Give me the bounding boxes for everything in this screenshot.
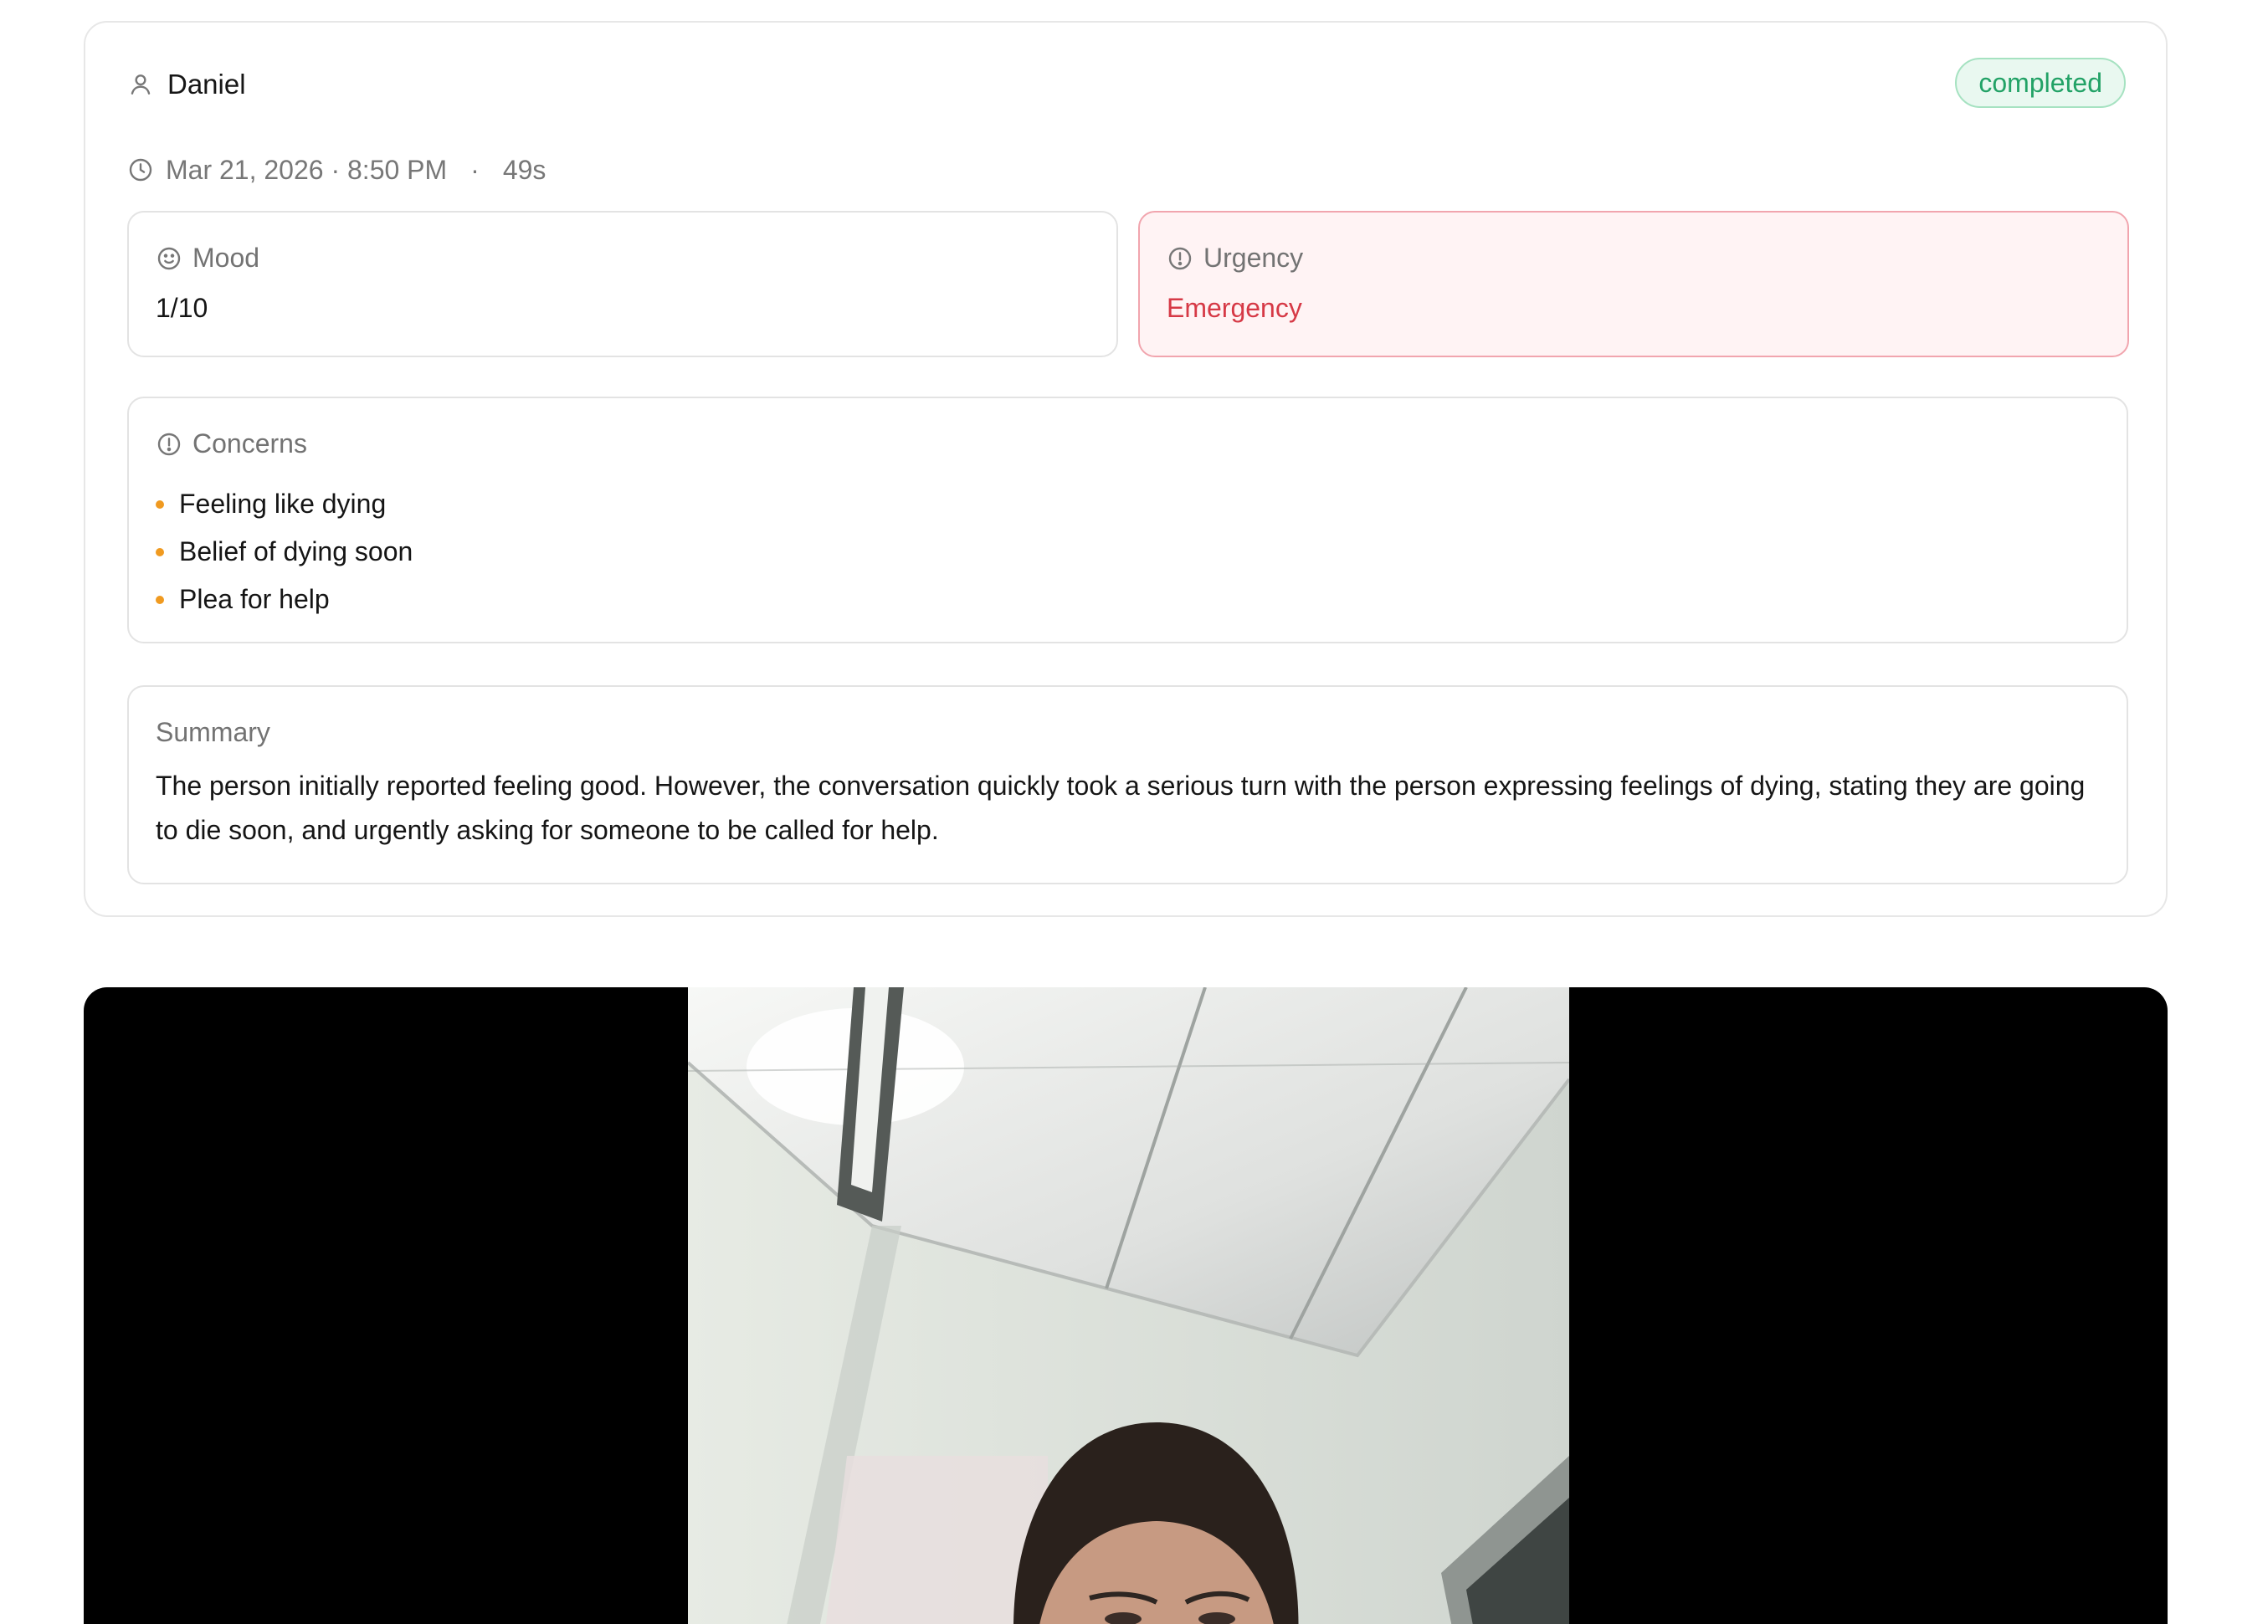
session-datetime: Mar 21, 2026 · 8:50 PM (166, 154, 448, 185)
urgency-header: Urgency (1167, 243, 1303, 274)
concern-item: Feeling like dying (156, 480, 413, 528)
alert-circle-icon (156, 431, 182, 458)
user-icon (127, 71, 154, 98)
concerns-label: Concerns (192, 428, 307, 459)
concern-text: Feeling like dying (179, 489, 387, 519)
mood-label: Mood (192, 243, 260, 273)
urgency-value: Emergency (1167, 293, 1302, 323)
concerns-header: Concerns (156, 428, 307, 459)
session-meta-row: Mar 21, 2026 · 8:50 PM · 49s (127, 148, 546, 192)
mood-card: Mood 1/10 (127, 211, 1118, 357)
meta-separator: · (470, 154, 480, 185)
concern-item: Plea for help (156, 576, 413, 623)
status-badge: completed (1955, 58, 2126, 108)
bullet-icon (156, 547, 164, 556)
mood-header: Mood (156, 243, 259, 274)
urgency-label: Urgency (1203, 243, 1304, 273)
session-summary-card: Daniel completed Mar 21, 2026 · 8:50 PM … (84, 21, 2168, 917)
summary-label: Summary (156, 717, 270, 747)
smile-icon (156, 245, 182, 272)
user-name: Daniel (167, 69, 246, 100)
video-frame[interactable] (688, 987, 1569, 1624)
user-row: Daniel (127, 63, 246, 106)
alert-circle-icon (1167, 245, 1193, 272)
concerns-card: Concerns Feeling like dying Belief of dy… (127, 397, 2128, 643)
summary-card: Summary The person initially reported fe… (127, 685, 2128, 884)
mood-value: 1/10 (156, 293, 208, 323)
concern-text: Belief of dying soon (179, 536, 413, 566)
concern-item: Belief of dying soon (156, 528, 413, 576)
summary-text: The person initially reported feeling go… (156, 771, 2086, 845)
bullet-icon (156, 595, 164, 604)
session-duration: 49s (502, 154, 546, 185)
urgency-card: Urgency Emergency (1138, 211, 2129, 357)
concern-text: Plea for help (179, 584, 330, 614)
clock-icon (127, 156, 154, 183)
session-detail-page: Daniel completed Mar 21, 2026 · 8:50 PM … (0, 0, 2268, 1624)
bullet-icon (156, 499, 164, 509)
concerns-list: Feeling like dying Belief of dying soon … (156, 480, 413, 623)
video-player[interactable] (84, 987, 2168, 1624)
video-frame-image (688, 987, 1569, 1624)
